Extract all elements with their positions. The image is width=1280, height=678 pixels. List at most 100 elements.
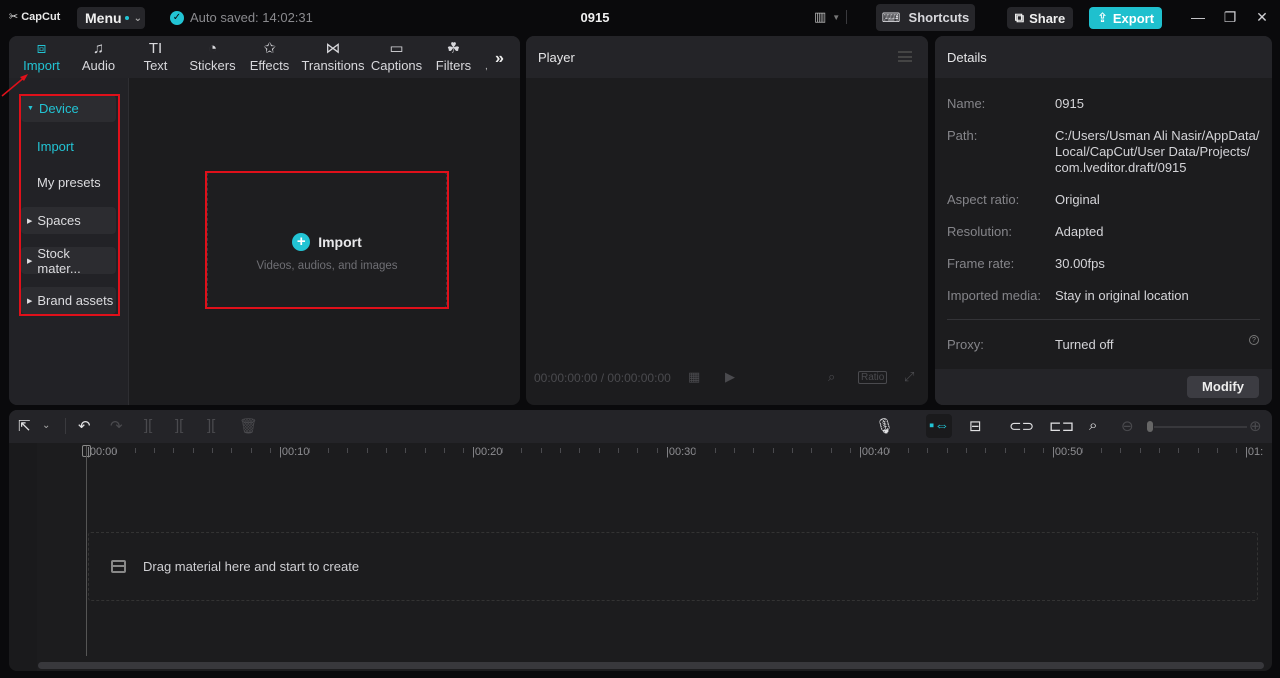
ruler-tick (1081, 448, 1083, 453)
effects-star-icon: ✩ (263, 40, 276, 57)
ruler-tick (772, 448, 774, 453)
horizontal-scrollbar[interactable] (38, 662, 1264, 669)
film-strip-icon (111, 560, 126, 573)
details-panel: Details Name: 0915 Path: C:/Users/Usman … (935, 36, 1272, 405)
ruler-tick (521, 448, 523, 453)
audio-icon: ♫ (92, 40, 105, 57)
ruler-tick (733, 448, 735, 453)
close-button[interactable]: ✕ (1252, 9, 1272, 26)
ruler-tick (559, 448, 561, 453)
ruler-zoom-icon[interactable]: ⌕ (1089, 417, 1097, 434)
detail-value: Adapted (1055, 224, 1104, 239)
title-bar: ✂ CapCut Menu ⌄ ✓ Auto saved: 14:02:31 0… (0, 0, 1280, 36)
import-video-icon: ⧈ (36, 40, 47, 57)
preview-axis-icon[interactable]: ⊏⊐ (1049, 417, 1074, 435)
link-icon[interactable]: ⊂⊃ (1009, 417, 1034, 435)
undo-icon[interactable]: ↶ (78, 417, 91, 435)
detail-value: Stay in original location (1055, 288, 1189, 303)
divider (947, 319, 1260, 320)
ruler-tick (656, 448, 658, 453)
magnet-link-icon[interactable]: ▪⇔ (929, 417, 949, 434)
export-button[interactable]: ⇪ Export (1089, 7, 1162, 29)
ruler-tick (385, 448, 387, 453)
track-drop-hint: Drag material here and start to create (143, 559, 360, 574)
timeline-grid-icon[interactable]: ▦ (688, 369, 700, 385)
more-tabs-icon[interactable]: » (495, 50, 504, 68)
tab-text[interactable]: TI Text (127, 36, 184, 78)
detail-label: Path: (947, 128, 978, 143)
trash-icon[interactable]: 🗑 (239, 417, 258, 435)
tab-effects[interactable]: ✩ Effects (241, 36, 298, 78)
player-header: Player (526, 36, 928, 78)
zoom-fit-icon[interactable]: ⌕ (828, 369, 835, 385)
help-icon[interactable]: ? (1249, 335, 1259, 345)
track-header-gutter (9, 443, 37, 671)
microphone-icon[interactable]: 🎙 (875, 417, 894, 435)
ruler-tick (791, 448, 793, 453)
ruler-tick (888, 448, 890, 453)
detail-value: 30.00fps (1055, 256, 1105, 271)
layout-icon: ▥ (814, 9, 827, 24)
menu-button[interactable]: Menu ⌄ (77, 7, 145, 29)
ruler-tick (134, 448, 136, 453)
zoom-slider-handle[interactable] (1147, 421, 1153, 432)
time-ruler[interactable] (9, 443, 1272, 463)
tab-filters[interactable]: ☘ Filters (425, 36, 482, 78)
zoom-out-icon[interactable]: ⊖ (1121, 417, 1134, 435)
share-button[interactable]: ⧉ Share (1007, 7, 1073, 29)
delete-right-icon[interactable]: ][ (207, 417, 215, 434)
shortcuts-button[interactable]: ⌨ Shortcuts (876, 4, 975, 31)
notification-dot (124, 16, 129, 20)
menu-lines-icon[interactable] (898, 51, 912, 62)
detail-value: C:/Users/Usman Ali Nasir/AppData/ Local/… (1055, 128, 1260, 175)
redo-icon[interactable]: ↷ (110, 417, 123, 435)
layout-button[interactable]: ▥ ▼ (814, 9, 848, 25)
ruler-tick (366, 448, 368, 453)
detail-value: 0915 (1055, 96, 1084, 111)
split-icon[interactable]: ][ (144, 417, 152, 434)
ruler-tick (907, 448, 909, 453)
tab-captions[interactable]: ▭ Captions (368, 36, 425, 78)
restore-button[interactable]: ❐ (1220, 9, 1240, 26)
details-title: Details (947, 50, 987, 65)
capcut-logo: ✂ CapCut (9, 10, 61, 24)
ruler-tick (811, 448, 813, 453)
ruler-tick (695, 448, 697, 453)
play-icon[interactable]: ▶ (725, 369, 735, 385)
ruler-tick (192, 448, 194, 453)
fullscreen-icon[interactable]: ⤢ (904, 369, 914, 385)
chevron-down-icon: ⌄ (133, 12, 142, 24)
ruler-tick (714, 448, 716, 453)
detail-label: Frame rate: (947, 256, 1015, 271)
playhead[interactable] (86, 446, 87, 656)
timeline-panel: ⇱ ⌄ ↶ ↷ ][ ][ ][ 🗑 🎙 ▪⇔ ⊟ ⊂⊃ ⊏⊐ ⌕ ⊖ ⊕ |0… (9, 410, 1272, 671)
zoom-in-icon[interactable]: ⊕ (1249, 417, 1262, 435)
detail-label: Resolution: (947, 224, 1013, 239)
tab-transitions[interactable]: ⋈ Transitions (298, 36, 368, 78)
tab-stickers[interactable]: ◔ Stickers (184, 36, 241, 78)
ruler-label: |01: (1245, 446, 1264, 458)
select-cursor-icon[interactable]: ⇱ (18, 417, 31, 435)
ruler-tick (211, 448, 213, 453)
ruler-tick (308, 448, 310, 453)
share-video-icon: ⧉ (1014, 10, 1025, 25)
zoom-slider-track[interactable] (1154, 426, 1247, 428)
ruler-tick (1236, 448, 1238, 453)
filters-icon: ☘ (446, 40, 461, 57)
minimize-button[interactable]: — (1188, 9, 1208, 25)
ratio-button[interactable]: Ratio (858, 371, 888, 384)
ruler-tick (424, 448, 426, 453)
ruler-tick (1043, 448, 1045, 453)
auto-snap-icon[interactable]: ⊟ (969, 417, 982, 435)
ruler-label: |00:30 (666, 446, 697, 458)
project-title[interactable]: 0915 (560, 10, 630, 25)
delete-left-icon[interactable]: ][ (175, 417, 183, 434)
detail-label: Aspect ratio: (947, 192, 1020, 207)
ruler-tick (830, 448, 832, 453)
ruler-tick (1004, 448, 1006, 453)
ruler-label: |00:50 (1052, 446, 1083, 458)
sticker-icon: ◔ (207, 40, 218, 57)
tab-audio[interactable]: ♫ Audio (70, 36, 127, 78)
modify-button[interactable]: Modify (1187, 376, 1259, 398)
chevron-down-icon[interactable]: ⌄ (42, 420, 50, 431)
